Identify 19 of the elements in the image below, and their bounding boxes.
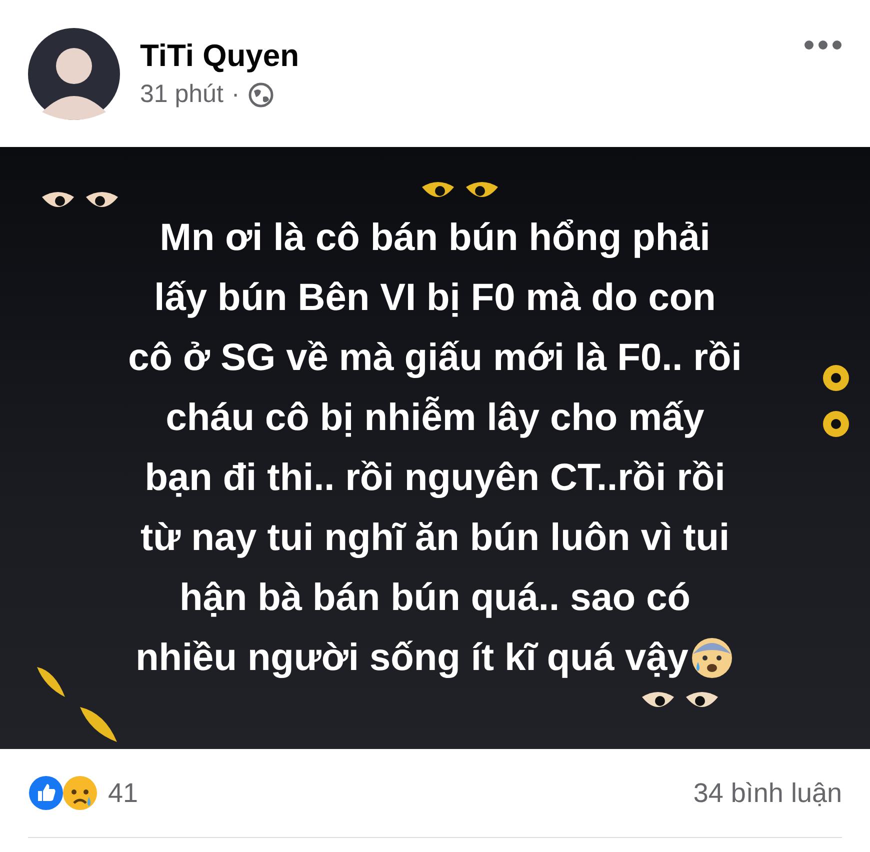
post-text-line: hận bà bán bún quá.. sao có (180, 576, 690, 621)
post-text-line: từ nay tui nghĩ ăn bún luôn vì tui (140, 516, 730, 561)
comment-count[interactable]: 34 bình luận (693, 778, 842, 808)
post-text-line: cô ở SG về mà giấu mới là F0.. rồi (128, 336, 742, 381)
post-time[interactable]: 31 phút (140, 80, 224, 109)
anxious-face-icon (690, 636, 734, 680)
sad-reaction-icon[interactable] (62, 775, 98, 811)
post-text-line: lấy bún Bên VI bị F0 mà do con (154, 276, 716, 321)
avatar[interactable] (28, 28, 120, 120)
reaction-count[interactable]: 41 (108, 778, 138, 808)
author-name[interactable]: TiTi Quyen (140, 38, 784, 74)
more-options-icon[interactable] (804, 40, 842, 50)
like-reaction-icon[interactable] (28, 775, 64, 811)
post-text-line: nhiều người sống ít kĩ quá vậy (136, 636, 688, 681)
post-text-line: cháu cô bị nhiễm lây cho mấy (166, 396, 704, 441)
globe-icon (248, 82, 274, 108)
post-text-line: Mn ơi là cô bán bún hổng phải (160, 216, 710, 261)
post-text-line: bạn đi thi.. rồi nguyên CT..rồi rồi (144, 456, 726, 501)
separator-dot: · (231, 80, 240, 109)
